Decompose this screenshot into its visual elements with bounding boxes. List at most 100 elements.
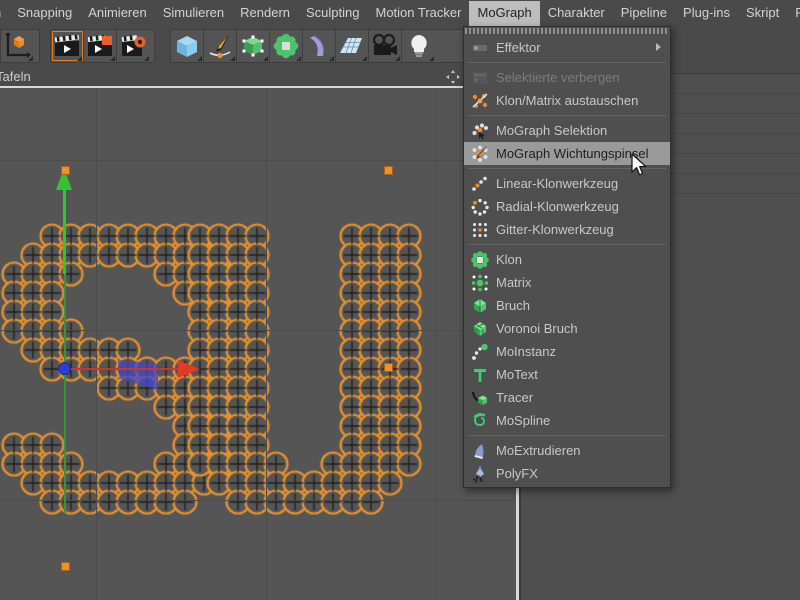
submenu-arrow-icon xyxy=(656,43,661,51)
menu-item-label: Selektierte verbergen xyxy=(496,70,620,85)
clone-handle[interactable] xyxy=(384,166,393,175)
menu-item-linear-klonwerkzeug[interactable]: Linear-Klonwerkzeug xyxy=(464,172,670,195)
menu-item-pipeline[interactable]: Pipeline xyxy=(613,1,675,26)
mograph-dropdown-menu[interactable]: Effektor Selektierte verbergen Klon/Matrix… xyxy=(463,26,671,488)
floor-environment-icon[interactable] xyxy=(336,30,369,62)
voronoi-fracture-icon xyxy=(470,319,489,338)
menu-item-moinstanz[interactable]: MoInstanz xyxy=(464,340,670,363)
menu-item-label: PolyFX xyxy=(496,466,538,481)
world-axis-cube-icon[interactable] xyxy=(1,30,34,62)
menu-item-fenster[interactable]: Fer xyxy=(787,1,800,26)
menu-item-tracer[interactable]: Tracer xyxy=(464,386,670,409)
menu-item-label: Gitter-Klonwerkzeug xyxy=(496,222,614,237)
menu-separator xyxy=(468,168,666,169)
viewport-header-label: Tafeln xyxy=(0,69,31,84)
menu-item-motext[interactable]: MoText xyxy=(464,363,670,386)
cube-primitive-icon[interactable] xyxy=(171,30,204,62)
main-menubar: n Snapping Animieren Simulieren Rendern … xyxy=(0,0,800,26)
clone-handle[interactable] xyxy=(61,166,70,175)
menu-item-bruch[interactable]: Bruch xyxy=(464,294,670,317)
polyfx-icon: fx xyxy=(470,464,489,483)
grid-line xyxy=(0,160,519,161)
menu-item-snapping[interactable]: Snapping xyxy=(9,1,80,26)
grid-line xyxy=(0,330,519,331)
mograph-clone-letters[interactable] xyxy=(0,88,519,600)
axis-x-line xyxy=(64,368,179,370)
hide-selected-icon xyxy=(470,68,489,87)
light-bulb-icon[interactable] xyxy=(402,30,435,62)
menu-item-mograph[interactable]: MoGraph xyxy=(469,1,539,26)
mospline-icon xyxy=(470,411,489,430)
move-panel-icon[interactable] xyxy=(446,70,460,84)
menu-item-matrix[interactable]: Matrix xyxy=(464,271,670,294)
menu-item-klon[interactable]: Klon xyxy=(464,248,670,271)
menu-item-sculpting[interactable]: Sculpting xyxy=(298,1,367,26)
menu-item-label: Matrix xyxy=(496,275,531,290)
menu-item-skript[interactable]: Skript xyxy=(738,1,787,26)
grid-line xyxy=(0,500,519,501)
toolbar-group-render xyxy=(50,29,155,63)
c4d-application-window: Tafeln Ansicht Objekte Ta nt Browser Str… xyxy=(0,0,800,600)
camera-icon[interactable] xyxy=(369,30,402,62)
clone-handle[interactable] xyxy=(61,562,70,571)
menu-separator xyxy=(468,244,666,245)
menu-tearoff-handle[interactable] xyxy=(465,28,669,34)
mograph-weight-brush-icon xyxy=(470,144,489,163)
menu-item-label: Voronoi Bruch xyxy=(496,321,578,336)
grid-clone-tool-icon xyxy=(470,220,489,239)
toolbar-group-objects xyxy=(170,29,465,63)
menu-item-charakter[interactable]: Charakter xyxy=(540,1,613,26)
effector-icon xyxy=(470,38,489,57)
menu-item-label: Effektor xyxy=(496,40,541,55)
menu-item-label: Linear-Klonwerkzeug xyxy=(496,176,618,191)
axis-y-highlight[interactable] xyxy=(63,184,66,274)
menu-item-label: MoSpline xyxy=(496,413,550,428)
menu-item-voronoi-bruch[interactable]: Voronoi Bruch xyxy=(464,317,670,340)
menu-item-mograph-selektion[interactable]: MoGraph Selektion xyxy=(464,119,670,142)
menu-item-radial-klonwerkzeug[interactable]: Radial-Klonwerkzeug xyxy=(464,195,670,218)
moinstance-icon xyxy=(470,342,489,361)
menu-item-animieren[interactable]: Animieren xyxy=(80,1,155,26)
swap-clone-matrix-icon xyxy=(470,91,489,110)
menu-item-label: MoInstanz xyxy=(496,344,556,359)
menu-item-effektor[interactable]: Effektor xyxy=(464,36,670,59)
linear-clone-tool-icon xyxy=(470,174,489,193)
menu-item-gitter-klonwerkzeug[interactable]: Gitter-Klonwerkzeug xyxy=(464,218,670,241)
menu-item-klon-matrix-austauschen[interactable]: Klon/Matrix austauschen xyxy=(464,89,670,112)
menu-item-plugins[interactable]: Plug-ins xyxy=(675,1,738,26)
menu-item-label: Klon/Matrix austauschen xyxy=(496,93,638,108)
menu-item-mospline[interactable]: MoSpline xyxy=(464,409,670,432)
menu-separator xyxy=(468,62,666,63)
menu-item-selektierte-verbergen: Selektierte verbergen xyxy=(464,66,670,89)
fracture-icon xyxy=(470,296,489,315)
axis-origin-handle[interactable] xyxy=(58,362,71,375)
viewport-3d[interactable] xyxy=(0,88,519,600)
grid-line xyxy=(266,88,267,600)
render-view-icon[interactable] xyxy=(51,30,84,62)
menu-item-label: Klon xyxy=(496,252,522,267)
mograph-cloner-icon[interactable] xyxy=(270,30,303,62)
deformer-bend-icon[interactable] xyxy=(303,30,336,62)
menu-item-label: Bruch xyxy=(496,298,530,313)
menu-separator xyxy=(468,435,666,436)
menu-item-label: MoExtrudieren xyxy=(496,443,581,458)
menu-item-truncated[interactable]: n xyxy=(0,1,9,26)
menu-item-motion-tracker[interactable]: Motion Tracker xyxy=(368,1,470,26)
render-settings-icon[interactable] xyxy=(117,30,150,62)
motext-icon xyxy=(470,365,489,384)
render-region-icon[interactable] xyxy=(84,30,117,62)
grid-line xyxy=(96,88,97,600)
svg-text:fx: fx xyxy=(474,474,483,483)
menu-item-polyfx[interactable]: fx PolyFX xyxy=(464,462,670,485)
spline-pen-icon[interactable] xyxy=(204,30,237,62)
axis-x-arrow[interactable] xyxy=(178,360,200,378)
menu-item-rendern[interactable]: Rendern xyxy=(232,1,298,26)
generator-nurbs-icon[interactable] xyxy=(237,30,270,62)
clone-handle[interactable] xyxy=(384,363,393,372)
grid-line xyxy=(436,88,437,600)
menu-item-simulieren[interactable]: Simulieren xyxy=(155,1,232,26)
toolbar-group-axis xyxy=(0,29,40,63)
menu-item-mograph-wichtungspinsel[interactable]: MoGraph Wichtungspinsel xyxy=(464,142,670,165)
menu-item-label: MoText xyxy=(496,367,538,382)
menu-item-moextrudieren[interactable]: MoExtrudieren xyxy=(464,439,670,462)
